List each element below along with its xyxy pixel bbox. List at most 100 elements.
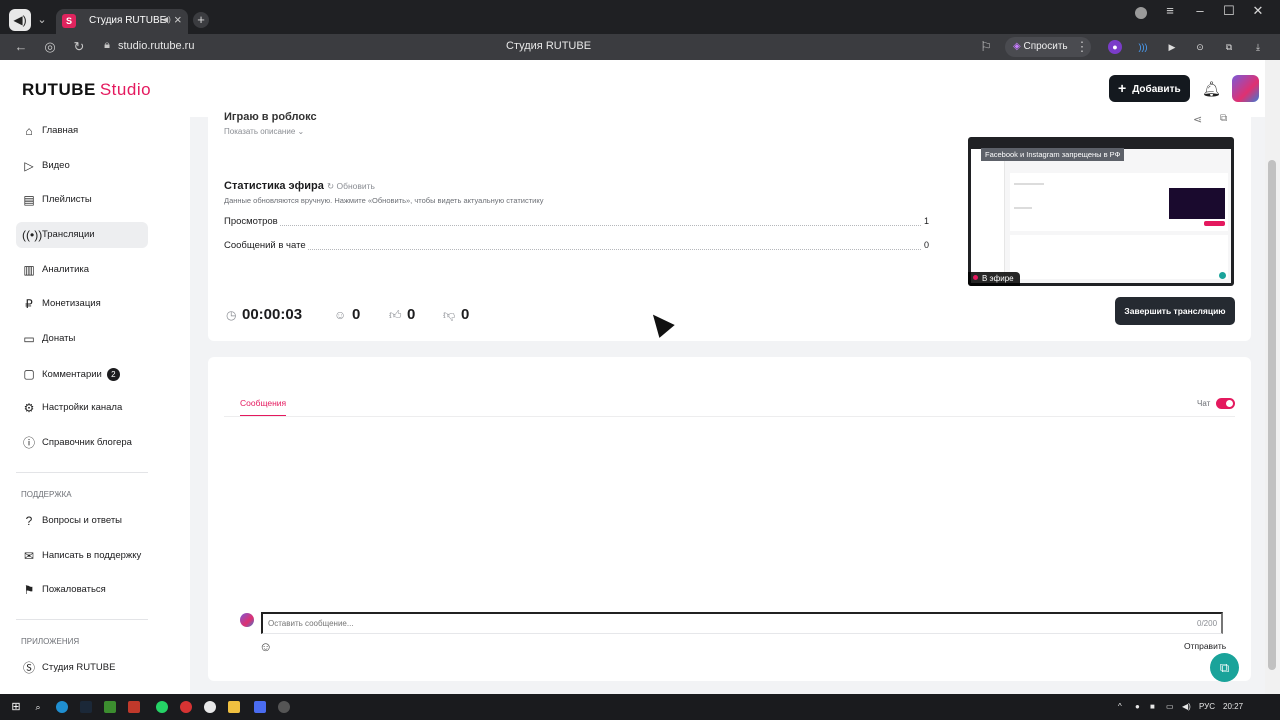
extension-icon[interactable]: ● [1108,40,1122,54]
edge-icon[interactable] [56,701,68,713]
sidebar-item-monetization[interactable]: ₽ Монетизация [16,291,148,317]
avatar[interactable] [1232,75,1259,102]
profile-icon[interactable] [1135,7,1147,19]
tab-close-icon[interactable]: × [174,12,182,27]
show-description-label: Показать описание [224,127,296,136]
gear-icon: ⚙ [23,401,35,415]
sidebar-item-contact-support[interactable]: ✉ Написать в поддержку [16,543,148,569]
browser-icon[interactable] [204,701,216,713]
chat-toggle-label: Чат [1197,399,1211,408]
obs-icon[interactable] [278,701,290,713]
whatsapp-icon[interactable] [156,701,168,713]
sidebar-item-label: Донаты [42,333,76,344]
emoji-icon[interactable]: ☺ [259,639,272,654]
message-input[interactable] [261,612,1223,634]
plus-icon: + [1118,80,1127,96]
support-chat-icon[interactable]: ⧉ [1210,653,1239,682]
sidebar-item-label: Справочник блогера [42,437,132,448]
preview-sidebar [971,149,1005,283]
tray-chevron-icon[interactable]: ^ [1118,702,1122,711]
bookmark-icon[interactable]: ⚐ [978,39,994,55]
sidebar-item-studio-app[interactable]: Ⓢ Студия RUTUBE [16,655,148,681]
thumbs-down-icon: 👎︎ [443,308,456,322]
sidebar-item-label: Аналитика [42,264,90,275]
sidebar-item-label: Трансляции [42,229,95,240]
tray-app-icon[interactable]: ■ [1150,702,1155,711]
download-icon[interactable]: ⤓ [1251,40,1265,54]
tab-audio-icon[interactable]: ◀) [162,15,171,24]
bell-icon[interactable]: 🔔︎ [1202,80,1221,98]
shield-icon[interactable]: ◎ [42,39,58,55]
info-icon: ⓘ [22,436,35,450]
reload-icon[interactable]: ↻ [71,39,87,55]
stream-preview[interactable]: Facebook и Instagram запрещены в РФ В эф… [968,137,1234,286]
screenshot-icon[interactable]: ⧉ [1222,40,1236,54]
back-icon[interactable]: ← [13,39,29,54]
url-text[interactable]: studio.rutube.ru [118,40,194,52]
tab-messages[interactable]: Сообщения [240,398,286,408]
network-icon[interactable]: ▭ [1166,702,1174,711]
sidebar-item-label: Студия RUTUBE [42,662,116,673]
chevron-down-icon[interactable]: ⌄ [35,9,49,31]
sidebar-item-comments[interactable]: ▢ Комментарии 2 [16,361,148,387]
steam-icon[interactable] [80,701,92,713]
logo[interactable]: RUTUBE Studio [22,80,151,100]
scrollbar-thumb[interactable] [1268,160,1276,670]
maximize-icon[interactable]: ☐ [1219,3,1239,19]
wave-icon[interactable]: ))) [1136,40,1150,54]
sidebar-item-faq[interactable]: ? Вопросы и ответы [16,508,148,534]
new-tab-icon[interactable]: + [193,12,209,28]
app-icon[interactable] [128,701,140,713]
stats-title: Статистика эфира [224,180,324,192]
mic-icon[interactable]: ● [1135,702,1140,711]
refresh-button[interactable]: ↻ Обновить [327,181,375,192]
send-button[interactable]: Отправить [1184,641,1226,651]
yandex-icon[interactable] [180,701,192,713]
folder-icon[interactable] [228,701,240,713]
sidebar-item-playlists[interactable]: ▤ Плейлисты [16,187,148,213]
sidebar-divider [16,472,148,473]
sidebar-item-report[interactable]: ⚑ Пожаловаться [16,577,148,603]
browser-tabbar: ◀) ⌄ S Студия RUTUBE ◀) × + ≡ – ☐ ✕ [0,0,1280,34]
clock[interactable]: 20:27 [1223,702,1243,711]
show-description-link[interactable]: Показать описание ⌄ [224,127,304,136]
studio-app-icon: Ⓢ [22,661,35,675]
sidebar-item-broadcasts[interactable]: ((•)) Трансляции [16,222,148,248]
search-icon[interactable]: ⌕ [32,701,44,713]
sidebar-item-home[interactable]: ⌂ Главная [16,118,148,144]
minimize-icon[interactable]: – [1190,3,1210,18]
comments-icon: ▢ [23,367,35,381]
sidebar-item-label: Пожаловаться [42,584,106,595]
windows-start-icon[interactable]: ⊞ [10,701,22,713]
sidebar-item-channel-settings[interactable]: ⚙ Настройки канала [16,395,148,421]
ask-label: Спросить [1023,41,1068,52]
sidebar-item-video[interactable]: ▷ Видео [16,153,148,179]
flag-icon: ⚑ [23,583,35,597]
menu-icon[interactable]: ≡ [1160,3,1180,18]
sidebar-item-blogger-guide[interactable]: ⓘ Справочник блогера [16,430,148,456]
sound-icon[interactable]: ◀) [9,9,31,31]
share-icon[interactable]: ⋖ [1193,113,1202,126]
browser-tab[interactable]: S Студия RUTUBE ◀) × [56,9,188,34]
language-indicator[interactable]: РУС [1199,702,1215,711]
apps-heading: ПРИЛОЖЕНИЯ [21,637,80,646]
add-button[interactable]: + Добавить [1109,75,1190,102]
video-extension-icon[interactable]: ⊙ [1193,40,1207,54]
app-icon[interactable] [104,701,116,713]
duration-value: 00:00:03 [242,306,303,323]
end-stream-button[interactable]: Завершить трансляцию [1115,297,1235,325]
more-icon[interactable]: ⋮ [1074,39,1090,55]
open-external-icon[interactable]: ⧉ [1220,113,1227,124]
play-icon[interactable]: ▶ [1165,40,1179,54]
sidebar-item-analytics[interactable]: ▥ Аналитика [16,257,148,283]
help-icon: ? [25,514,33,528]
chat-toggle[interactable] [1216,398,1235,409]
app-icon[interactable] [254,701,266,713]
sidebar-item-donates[interactable]: ▭ Донаты [16,326,148,352]
preview-button [1204,221,1225,226]
close-window-icon[interactable]: ✕ [1248,3,1268,19]
analytics-icon: ▥ [23,263,35,277]
volume-icon[interactable]: ◀) [1182,702,1191,711]
stat-label: Сообщений в чате [224,240,308,251]
clock-icon: ◷ [226,308,237,322]
